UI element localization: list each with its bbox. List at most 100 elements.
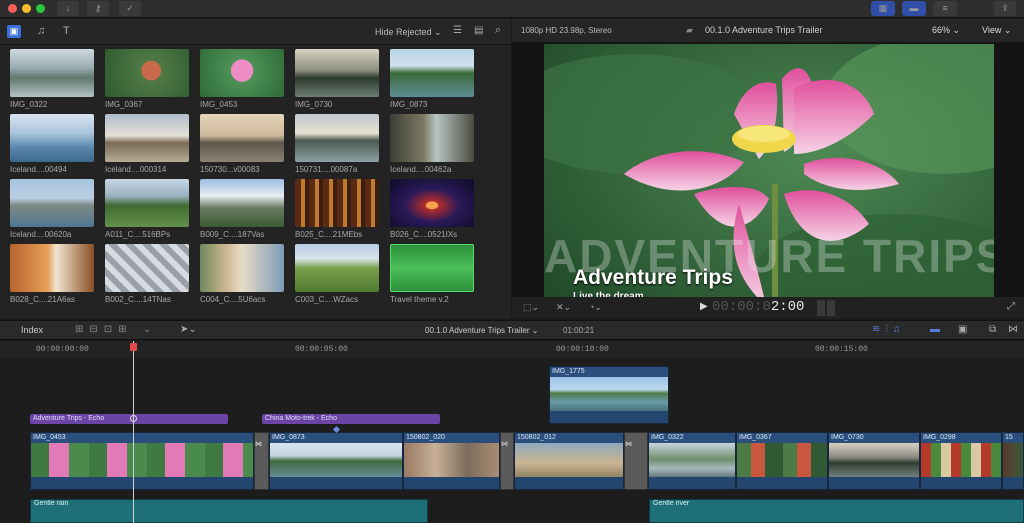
video-frame[interactable]: ADVENTURE TRIPS Adventure Trips Live the… — [544, 44, 994, 316]
clip-thumbnail — [10, 114, 94, 162]
zoom-window-button[interactable] — [36, 4, 45, 13]
filmstrip-view-button[interactable]: ▤ — [474, 25, 483, 36]
keywords-button[interactable]: ⚷ — [87, 1, 109, 16]
rocks-thumbnail — [404, 443, 499, 479]
search-icon: ⌕ — [495, 24, 502, 36]
libraries-tab[interactable]: ▣ — [7, 25, 21, 38]
storyline-clip[interactable]: IMG_0367 — [736, 432, 828, 490]
river-thumbnail — [270, 443, 402, 479]
append-icon: ⊞⊟⊡⊞ — [75, 324, 133, 335]
clip-name: A011_C....516BPs — [105, 230, 171, 239]
crop-popup[interactable]: ⬚⌄ — [523, 302, 539, 313]
transition[interactable]: ⋈ — [624, 432, 648, 490]
speed-popup[interactable]: ◔⌄ — [589, 302, 602, 313]
clapper-icon: ▰ — [686, 25, 693, 35]
storyline-clip[interactable]: IMG_0298 — [920, 432, 1002, 490]
browser-clip[interactable]: IMG_0322 — [10, 49, 94, 109]
filter-popup[interactable]: Hide Rejected ⌄ — [375, 27, 442, 38]
transition[interactable]: ⋈ — [254, 432, 269, 490]
browser-clip[interactable]: IMG_0453 — [200, 49, 284, 109]
clip-name: IMG_0453 — [200, 100, 238, 109]
browser-layout-button[interactable]: ▦ — [871, 1, 895, 16]
browser-clip[interactable]: 150731....00087a — [295, 114, 379, 174]
play-button[interactable]: ▶ — [700, 301, 708, 312]
sunset-thumbnail — [829, 443, 919, 479]
timeline-ruler[interactable]: 00:00:00:00 00:00:05:00 00:00:10:00 00:0… — [0, 341, 1024, 357]
transitions-browser-button[interactable]: ⋈ — [1008, 324, 1018, 335]
timeline-layout-button[interactable]: ▬ — [902, 1, 926, 16]
audio-clip[interactable]: Gentle rain — [30, 499, 428, 523]
key-icon: ⚷ — [94, 3, 102, 13]
waveform-icon: ≋⫶♫ — [872, 324, 906, 335]
edit-buttons[interactable]: ⊞⊟⊡⊞ — [75, 324, 133, 335]
edit-popup[interactable]: ⌄ — [143, 324, 151, 335]
clip-name: B025_C....21MEbs — [295, 230, 363, 239]
filter-label: Hide Rejected — [375, 27, 432, 37]
ruler-mark: 00:00:00:00 — [36, 345, 89, 354]
snapping-button[interactable]: ▬ — [930, 324, 940, 335]
view-label: View — [982, 25, 1002, 35]
browser-clip[interactable]: A011_C....516BPs — [105, 179, 189, 239]
playhead-handle[interactable] — [130, 343, 137, 351]
clip-appearance-button[interactable]: ☰ — [453, 25, 462, 36]
chevron-down-icon: ⌄ — [952, 25, 961, 35]
audio-clip[interactable]: Gentle river — [649, 499, 1024, 523]
title-clip[interactable]: China Moto-trek - Echo — [262, 414, 440, 424]
tool-popup[interactable]: ➤⌄ — [180, 324, 197, 335]
wand-icon: ✕⌄ — [556, 302, 572, 312]
browser-clip[interactable]: Iceland....00462a — [390, 114, 474, 174]
minimize-window-button[interactable] — [22, 4, 31, 13]
browser-clip[interactable]: Travel theme v.2 — [390, 244, 474, 304]
transform-popup[interactable]: ✕⌄ — [556, 302, 571, 313]
browser-clip[interactable]: B025_C....21MEbs — [295, 179, 379, 239]
browser-clip[interactable]: Iceland....00620a — [10, 179, 94, 239]
browser-clip[interactable]: C003_C....WZacs — [295, 244, 379, 304]
ruler-mark: 00:00:15:00 — [815, 345, 868, 354]
arrow-cursor-icon: ➤⌄ — [180, 324, 197, 335]
clip-appearance-timeline-button[interactable]: ▣ — [958, 324, 967, 335]
fullscreen-button[interactable]: ⤢ — [1007, 301, 1015, 312]
close-window-button[interactable] — [8, 4, 17, 13]
clip-thumbnail — [200, 49, 284, 97]
browser-clip[interactable]: B002_C....14TNas — [105, 244, 189, 304]
transition-icon: ⋈ — [625, 441, 632, 448]
playhead[interactable] — [133, 341, 134, 523]
browser-clip[interactable]: B026_C....0521IXs — [390, 179, 474, 239]
effects-browser-button[interactable]: ⧉ — [989, 324, 996, 335]
audio-meter-left — [817, 300, 825, 316]
import-button[interactable]: ↓ — [57, 1, 79, 16]
audio-waveform-thumbnail — [390, 244, 474, 292]
titles-generators-tab[interactable]: T — [63, 25, 70, 37]
browser-clip[interactable]: IMG_0873 — [390, 49, 474, 109]
clip-waveform — [31, 477, 253, 489]
browser-clip[interactable]: 150730...v00083 — [200, 114, 284, 174]
photos-audio-tab[interactable]: ♫ — [37, 25, 45, 37]
browser-clip[interactable]: B009_C....187Vas — [200, 179, 284, 239]
storyline-clip[interactable]: 15 — [1002, 432, 1024, 490]
inspector-button[interactable]: ≡ — [933, 1, 957, 16]
search-button[interactable]: ⌕ — [495, 24, 501, 37]
browser-clip[interactable]: B028_C....21A6as — [10, 244, 94, 304]
browser-clip[interactable]: C004_C....5U6acs — [200, 244, 284, 304]
share-button[interactable]: ⇪ — [994, 1, 1016, 16]
storyline-clip[interactable]: IMG_0453 — [30, 432, 254, 490]
title-clip[interactable]: Adventure Trips - Echo — [30, 414, 228, 424]
clip-thumbnail — [390, 114, 474, 162]
timeline-project-popup[interactable]: 00.1.0 Adventure Trips Trailer ⌄ — [425, 326, 538, 335]
storyline-clip[interactable]: 150802_012 — [514, 432, 624, 490]
storyline-clip[interactable]: IMG_0873 — [269, 432, 403, 490]
browser-clip[interactable]: Iceland....00494 — [10, 114, 94, 174]
browser-clip[interactable]: IMG_0730 — [295, 49, 379, 109]
zoom-popup[interactable]: 66% ⌄ — [932, 25, 960, 36]
connected-clip[interactable]: IMG_1775 — [549, 366, 669, 424]
skimming-buttons[interactable]: ≋⫶♫ — [872, 324, 905, 335]
storyline-clip[interactable]: IMG_0730 — [828, 432, 920, 490]
browser-clip[interactable]: IMG_0367 — [105, 49, 189, 109]
index-button[interactable]: Index — [21, 325, 43, 335]
background-tasks-button[interactable]: ✓ — [119, 1, 141, 16]
view-popup[interactable]: View ⌄ — [982, 25, 1011, 36]
storyline-clip[interactable]: 150802_020 — [403, 432, 500, 490]
browser-clip[interactable]: Iceland....000314 — [105, 114, 189, 174]
transition[interactable]: ⋈ — [500, 432, 514, 490]
storyline-clip[interactable]: IMG_0322 — [648, 432, 736, 490]
